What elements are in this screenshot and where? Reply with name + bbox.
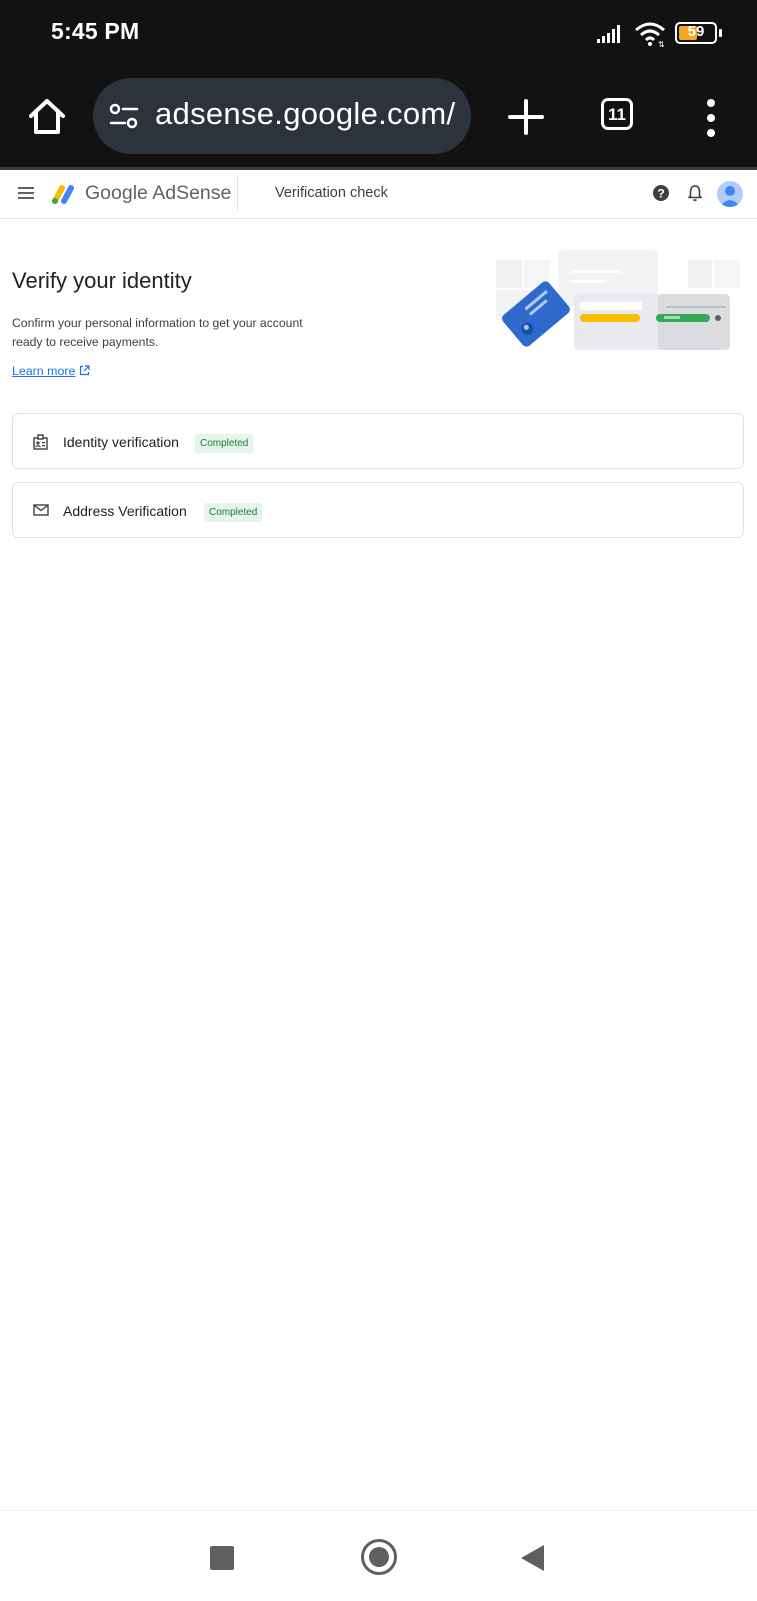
tab-switcher-icon[interactable]: 11 — [601, 98, 633, 130]
new-tab-icon[interactable] — [502, 93, 550, 141]
app-bar: Google AdSense Verification check ? — [0, 170, 757, 219]
help-icon[interactable]: ? — [652, 184, 670, 202]
site-settings-icon[interactable] — [109, 102, 139, 130]
home-button-inner — [369, 1547, 389, 1567]
page-description: Confirm your personal information to get… — [12, 316, 303, 349]
verification-illustration — [496, 250, 740, 350]
section-title: Verification check — [275, 185, 388, 201]
mail-icon — [33, 504, 49, 516]
more-vert-icon[interactable] — [696, 94, 726, 142]
recents-icon[interactable] — [210, 1546, 234, 1570]
status-badge: Completed — [204, 503, 263, 522]
tab-count: 11 — [608, 105, 626, 124]
home-button-icon[interactable] — [361, 1539, 397, 1575]
wifi-icon: ⇅ — [635, 22, 665, 47]
svg-text:⇅: ⇅ — [658, 40, 665, 47]
url-text[interactable]: adsense.google.com/ — [155, 96, 455, 132]
svg-text:?: ? — [657, 187, 664, 201]
back-icon[interactable] — [521, 1545, 544, 1571]
menu-icon[interactable] — [18, 186, 34, 200]
browser-toolbar: adsense.google.com/ 11 — [0, 68, 757, 170]
battery-cap — [719, 29, 722, 37]
address-bar[interactable]: adsense.google.com/ — [93, 78, 471, 154]
learn-more-label[interactable]: Learn more — [12, 364, 75, 378]
page-title: Verify your identity — [12, 268, 192, 293]
home-icon[interactable] — [22, 92, 72, 142]
identity-verification-card[interactable]: Identity verification Completed — [12, 413, 744, 469]
status-bar: 5:45 PM ⇅ 59 — [0, 0, 757, 68]
step-label[interactable]: Identity verification — [63, 434, 179, 450]
signal-icon — [597, 25, 620, 43]
status-badge: Completed — [195, 434, 254, 453]
id-badge-icon — [33, 434, 48, 450]
battery-percent: 59 — [687, 23, 705, 40]
open-in-new-icon — [80, 365, 90, 376]
adsense-logo-icon[interactable] — [50, 183, 78, 205]
system-nav-bar — [0, 1510, 757, 1601]
status-time: 5:45 PM — [51, 18, 140, 44]
learn-more-link[interactable]: Learn more — [12, 364, 90, 378]
step-label[interactable]: Address Verification — [63, 503, 187, 519]
appbar-divider — [237, 177, 238, 210]
notifications-icon[interactable] — [687, 184, 703, 202]
product-name[interactable]: Google AdSense — [85, 182, 231, 205]
battery-icon: 59 — [675, 22, 717, 44]
avatar-icon[interactable] — [717, 181, 743, 207]
address-verification-card[interactable]: Address Verification Completed — [12, 482, 744, 538]
